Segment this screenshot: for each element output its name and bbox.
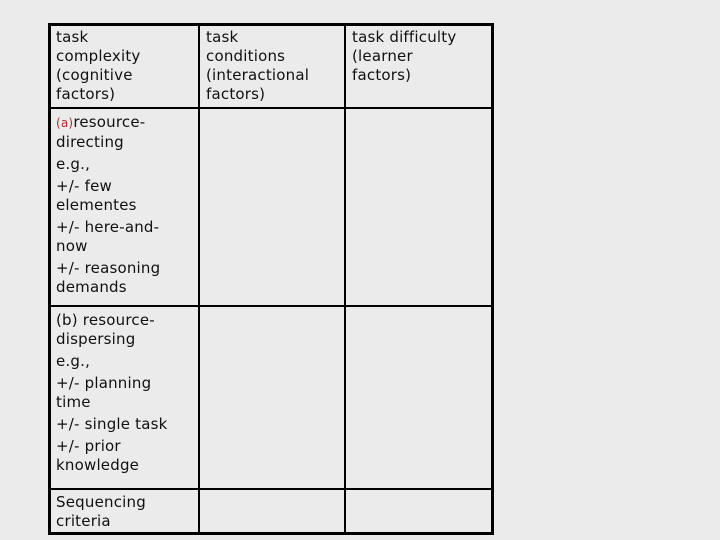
header-line: task difficulty bbox=[352, 28, 457, 46]
row-a-item: demands bbox=[56, 278, 127, 296]
header-line: task bbox=[56, 28, 89, 46]
header-line: factors) bbox=[352, 66, 412, 84]
header-line: conditions bbox=[206, 47, 286, 65]
row-a-item: +/- reasoning bbox=[56, 259, 161, 277]
row-divider-3 bbox=[48, 488, 494, 490]
row-divider-2 bbox=[48, 305, 494, 307]
row-a-item: now bbox=[56, 237, 88, 255]
row-b-eg: e.g., bbox=[56, 352, 91, 370]
cell-resource-directing: (a)resource- directing e.g., +/- few ele… bbox=[56, 113, 160, 297]
row-a-item: +/- here-and- bbox=[56, 218, 160, 236]
row-c-line: Sequencing bbox=[56, 493, 146, 511]
row-b-label-line2: dispersing bbox=[56, 330, 136, 348]
column-divider-1 bbox=[198, 23, 200, 535]
row-b-item: +/- planning bbox=[56, 374, 152, 392]
header-line: factors) bbox=[206, 85, 266, 103]
row-b-item: +/- prior bbox=[56, 437, 121, 455]
row-a-prefix: (a) bbox=[56, 116, 74, 130]
row-b-item: +/- single task bbox=[56, 415, 168, 433]
task-framework-table: task complexity (cognitive factors) task… bbox=[48, 23, 494, 535]
row-b-item: knowledge bbox=[56, 456, 140, 474]
header-task-conditions: task conditions (interactional factors) bbox=[206, 28, 309, 104]
header-line: (learner bbox=[352, 47, 413, 65]
column-divider-2 bbox=[344, 23, 346, 535]
header-task-difficulty: task difficulty (learner factors) bbox=[352, 28, 456, 85]
row-a-label: (a)resource- bbox=[56, 113, 160, 133]
cell-sequencing-criteria: Sequencing criteria bbox=[56, 493, 146, 531]
cell-resource-dispersing: (b) resource- dispersing e.g., +/- plann… bbox=[56, 311, 168, 475]
row-divider-1 bbox=[48, 107, 494, 109]
row-a-label-line2: directing bbox=[56, 133, 124, 151]
header-line: factors) bbox=[56, 85, 116, 103]
table-border-top bbox=[48, 23, 494, 26]
header-line: (cognitive bbox=[56, 66, 133, 84]
row-b-item: time bbox=[56, 393, 91, 411]
row-b-label: (b) resource- bbox=[56, 311, 155, 329]
row-a-item: +/- few bbox=[56, 177, 112, 195]
table-border-right bbox=[491, 23, 494, 535]
header-task-complexity: task complexity (cognitive factors) bbox=[56, 28, 141, 104]
header-line: complexity bbox=[56, 47, 141, 65]
table-border-bottom bbox=[48, 532, 494, 535]
header-line: (interactional bbox=[206, 66, 310, 84]
row-a-label-text: resource- bbox=[73, 113, 146, 131]
table-border-left bbox=[48, 23, 51, 535]
row-c-line: criteria bbox=[56, 512, 111, 530]
header-line: task bbox=[206, 28, 239, 46]
row-a-item: elementes bbox=[56, 196, 137, 214]
row-a-eg: e.g., bbox=[56, 155, 91, 173]
